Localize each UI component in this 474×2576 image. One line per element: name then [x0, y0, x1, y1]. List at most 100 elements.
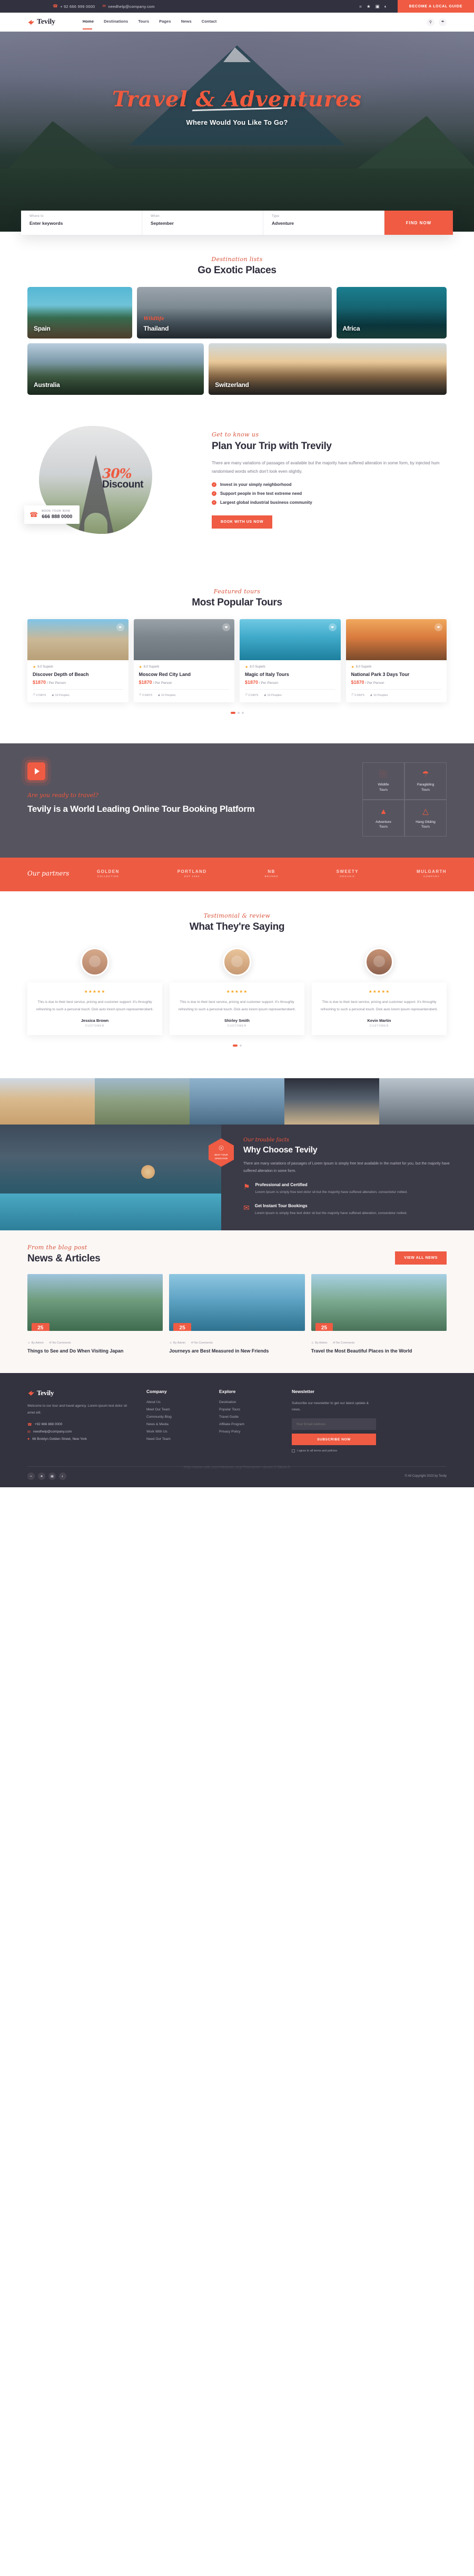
footer-link[interactable]: Need Our Team — [146, 1437, 205, 1441]
carousel-dot[interactable] — [241, 712, 244, 714]
news-card[interactable]: 25 MARCH ☺By Admin ✉No Comments Journeys… — [169, 1274, 305, 1355]
book-with-us-button[interactable]: BOOK WITH US NOW — [212, 515, 273, 529]
cta-tile-paragliding[interactable]: ☂ Paragliding Tours — [404, 762, 447, 800]
site-logo[interactable]: Tevily — [27, 18, 55, 26]
cta-tile-adventure[interactable]: ▲ Adventure Tours — [362, 799, 404, 837]
pin-icon: ● — [27, 1437, 30, 1441]
tour-rating-text: 8.0 Superb — [37, 665, 53, 669]
newsletter-title: Newsletter — [292, 1388, 314, 1394]
nav-item-tours[interactable]: Tours — [138, 19, 149, 25]
heart-icon[interactable]: ❤ — [328, 623, 337, 631]
nav-item-pages[interactable]: Pages — [159, 19, 171, 25]
view-all-news-button[interactable]: VIEW ALL NEWS — [395, 1251, 447, 1265]
carousel-dot[interactable] — [237, 712, 240, 714]
destination-name: Africa — [342, 325, 360, 332]
facebook-icon[interactable]: = — [27, 1473, 35, 1480]
twitter-icon[interactable]: ★ — [38, 1473, 45, 1480]
news-card[interactable]: 25 MARCH ☺By Admin ✉No Comments Travel t… — [311, 1274, 447, 1355]
book-tour-card[interactable]: ☎ BOOK TOUR NOW 666 888 0000 — [24, 505, 80, 524]
footer-link[interactable]: Meet Our Team — [146, 1408, 205, 1411]
footer-link[interactable]: Travel Guide — [219, 1415, 278, 1419]
users-icon: ♟ — [157, 693, 160, 697]
newsletter-email-input[interactable] — [292, 1418, 376, 1430]
footer-link[interactable]: Community Blog — [146, 1415, 205, 1419]
instagram-icon[interactable]: ▣ — [48, 1473, 56, 1480]
partner-name: NB — [268, 869, 275, 874]
footer-logo[interactable]: Tevily — [27, 1389, 133, 1397]
mountain-icon: ▲ — [379, 807, 388, 816]
destination-card-switzerland[interactable]: Switzerland — [209, 343, 447, 395]
cta-tile-wildlife[interactable]: 🏼 Wildlife Tours — [362, 762, 404, 800]
gallery-image[interactable] — [0, 1078, 95, 1125]
dribbble-icon[interactable]: ◐ — [59, 1473, 66, 1480]
subscribe-button[interactable]: SUBSCRIBE NOW — [292, 1434, 376, 1446]
footer-link[interactable]: Privacy Policy — [219, 1430, 278, 1434]
checkbox-icon[interactable] — [292, 1449, 295, 1453]
heart-icon[interactable]: ❤ — [434, 623, 442, 631]
partner-logo[interactable]: PORTLAND EST 1984 — [177, 869, 207, 878]
instagram-icon[interactable]: ▣ — [376, 4, 380, 9]
gallery-image[interactable] — [190, 1078, 284, 1125]
twitter-icon[interactable]: ★ — [367, 4, 371, 9]
gallery-image[interactable] — [284, 1078, 379, 1125]
destination-card-africa[interactable]: Africa — [336, 287, 447, 339]
topbar-phone[interactable]: ☎ + 92 666 999 0000 — [53, 4, 95, 9]
footer-link[interactable]: News & Media — [146, 1423, 205, 1426]
plan-script-label: Get to know us — [212, 431, 259, 438]
partner-logo[interactable]: SWEETY ORGANIC — [337, 869, 359, 878]
news-card[interactable]: 25 MARCH ☺By Admin ✉No Comments Things t… — [27, 1274, 163, 1355]
search-field-when[interactable]: When September — [142, 211, 263, 235]
search-field-where[interactable]: Where to Enter keywords — [21, 211, 142, 235]
nav-item-contact[interactable]: Contact — [202, 19, 217, 25]
topbar-email[interactable]: ✉ needhelp@company.com — [102, 4, 155, 9]
destination-card-spain[interactable]: Spain — [27, 287, 133, 339]
footer-link[interactable]: Popular Tours — [219, 1408, 278, 1411]
tour-name: Magic of Italy Tours — [245, 672, 289, 677]
gallery-image[interactable] — [95, 1078, 190, 1125]
nav-item-news[interactable]: News — [181, 19, 192, 25]
footer-link[interactable]: Work With Us — [146, 1430, 205, 1434]
footer-contact-phone[interactable]: ☎ +92 666 888 0000 — [27, 1423, 133, 1427]
footer-link[interactable]: About Us — [146, 1400, 205, 1404]
carousel-dot[interactable] — [239, 1045, 242, 1047]
cta-tile-hanggliding[interactable]: △ Hang Gliding Tours — [404, 799, 447, 837]
tour-card[interactable]: ❤ ★ 8.0 Superb National Park 3 Days Tour… — [345, 619, 447, 702]
carousel-dot-active[interactable] — [232, 1045, 238, 1047]
hero-subtitle: Where Would You Like To Go? — [186, 118, 288, 126]
search-select-when[interactable]: September — [151, 221, 254, 226]
search-select-type[interactable]: Adventure — [272, 221, 376, 226]
heart-icon[interactable]: ❤ — [116, 623, 124, 631]
search-input-where[interactable]: Enter keywords — [29, 221, 133, 226]
topbar-email-text: needhelp@company.com — [108, 4, 155, 9]
search-icon[interactable]: ⚲ — [427, 18, 434, 26]
play-icon[interactable] — [27, 762, 45, 780]
partners-script-label: Our partners — [27, 870, 70, 877]
search-field-type[interactable]: Type Adventure — [263, 211, 384, 235]
tour-name: Discover Depth of Beach — [33, 672, 89, 677]
tour-card[interactable]: ❤ ★ 8.0 Superb Moscow Red City Land $187… — [133, 619, 234, 702]
destination-card-thailand[interactable]: Wildlife Thailand — [137, 287, 332, 339]
facebook-icon[interactable]: = — [359, 4, 362, 9]
carousel-dot-active[interactable] — [230, 712, 235, 714]
user-icon[interactable]: ☂ — [439, 18, 447, 26]
partner-logo[interactable]: NB BRANDS — [265, 869, 279, 878]
user-icon: ☺ — [311, 1341, 314, 1345]
newsletter-consent[interactable]: I agree to all terms and policies — [292, 1449, 376, 1453]
become-local-guide-button[interactable]: BECOME A LOCAL GUIDE — [397, 0, 474, 13]
footer-link[interactable]: Destination — [219, 1400, 278, 1404]
footer-contact-email[interactable]: ✉ needhelp@company.com — [27, 1430, 133, 1434]
tour-card[interactable]: ❤ ★ 8.0 Superb Discover Depth of Beach $… — [27, 619, 129, 702]
partner-logo[interactable]: MULGARTH COMPANY — [417, 869, 447, 878]
gallery-image[interactable] — [379, 1078, 474, 1125]
dribbble-icon[interactable]: ◐ — [384, 4, 387, 9]
tour-card[interactable]: ❤ ★ 8.0 Superb Magic of Italy Tours $187… — [240, 619, 341, 702]
nav-item-home[interactable]: Home — [82, 19, 94, 29]
destination-card-australia[interactable]: Australia — [27, 343, 204, 395]
heart-icon[interactable]: ❤ — [222, 623, 230, 631]
tours-script-label: Featured tours — [213, 588, 261, 595]
partner-logo[interactable]: GOLDEN COLLECTION — [97, 869, 120, 878]
site-footer: Tevily Welcome to our tour and travel ag… — [0, 1372, 474, 1488]
find-now-button[interactable]: FIND NOW — [384, 211, 453, 235]
footer-link[interactable]: Affiliate Program — [219, 1423, 278, 1426]
nav-item-destinations[interactable]: Destinations — [104, 19, 128, 25]
